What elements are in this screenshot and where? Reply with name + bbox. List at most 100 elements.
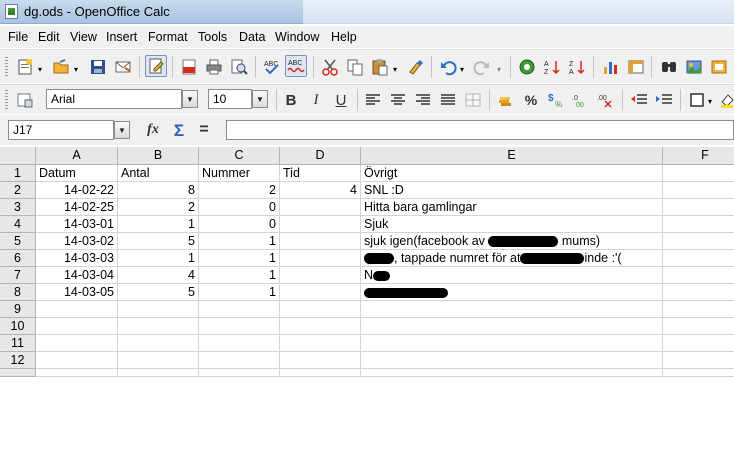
increase-indent-icon[interactable] (653, 89, 675, 111)
cell-e3[interactable]: Hitta bara gamlingar (361, 199, 663, 216)
cell-c7[interactable]: 1 (199, 267, 280, 284)
cell-c5[interactable]: 1 (199, 233, 280, 250)
formula-input[interactable] (226, 120, 734, 140)
cell-a4[interactable]: 14-03-01 (36, 216, 118, 233)
cell-e1[interactable]: Övrigt (361, 165, 663, 182)
currency-format-icon[interactable] (495, 89, 517, 111)
cell-c10[interactable] (199, 318, 280, 335)
borders-icon[interactable] (686, 89, 708, 111)
find-icon[interactable] (658, 56, 680, 78)
menu-insert[interactable]: Insert (106, 30, 137, 44)
cell-d5[interactable] (280, 233, 361, 250)
underline-button[interactable]: U (330, 89, 352, 111)
font-name-dropdown-icon[interactable]: ▼ (182, 90, 198, 108)
cell-e2[interactable]: SNL :D (361, 182, 663, 199)
cell-f7[interactable] (663, 267, 734, 284)
cell-c2[interactable]: 2 (199, 182, 280, 199)
column-header-a[interactable]: A (36, 147, 118, 165)
undo-dropdown-icon[interactable]: ▾ (460, 65, 464, 74)
cell-a8[interactable]: 14-03-05 (36, 284, 118, 301)
cell-c4[interactable]: 0 (199, 216, 280, 233)
page-preview-icon[interactable] (228, 56, 250, 78)
cell-e6[interactable]: , tappade numret för at inde :'( (361, 250, 663, 267)
cell-b6[interactable]: 1 (118, 250, 199, 267)
menu-view[interactable]: View (70, 30, 97, 44)
cell-b13[interactable] (118, 369, 199, 377)
font-size-combobox[interactable]: 10 (208, 89, 252, 109)
open-dropdown-icon[interactable]: ▾ (74, 65, 78, 74)
redo-dropdown-icon[interactable]: ▾ (497, 65, 501, 74)
row-header-9[interactable]: 9 (0, 301, 36, 318)
cell-b10[interactable] (118, 318, 199, 335)
cell-c9[interactable] (199, 301, 280, 318)
cell-d2[interactable]: 4 (280, 182, 361, 199)
row-header-3[interactable]: 3 (0, 199, 36, 216)
cell-a12[interactable] (36, 352, 118, 369)
background-color-icon[interactable] (716, 89, 734, 111)
column-header-c[interactable]: C (199, 147, 280, 165)
cell-d4[interactable] (280, 216, 361, 233)
menu-file[interactable]: File (8, 30, 28, 44)
cell-f10[interactable] (663, 318, 734, 335)
row-header-12[interactable]: 12 (0, 352, 36, 369)
column-header-e[interactable]: E (361, 147, 663, 165)
cell-a7[interactable]: 14-03-04 (36, 267, 118, 284)
cell-a13[interactable] (36, 369, 118, 377)
cell-a9[interactable] (36, 301, 118, 318)
cell-e7[interactable]: N (361, 267, 663, 284)
font-name-combobox[interactable]: Arial (46, 89, 182, 109)
align-center-icon[interactable] (387, 89, 409, 111)
cell-e12[interactable] (361, 352, 663, 369)
row-header-1[interactable]: 1 (0, 165, 36, 182)
row-header-6[interactable]: 6 (0, 250, 36, 267)
row-header-11[interactable]: 11 (0, 335, 36, 352)
cell-c12[interactable] (199, 352, 280, 369)
cell-b9[interactable] (118, 301, 199, 318)
chart-icon[interactable] (600, 56, 622, 78)
open-icon[interactable] (50, 56, 72, 78)
autospellcheck-icon[interactable]: ABC (285, 55, 307, 77)
menu-data[interactable]: Data (239, 30, 265, 44)
cell-f11[interactable] (663, 335, 734, 352)
cell-d9[interactable] (280, 301, 361, 318)
cell-f9[interactable] (663, 301, 734, 318)
delete-decimal-icon[interactable]: .00 (595, 89, 617, 111)
cell-a2[interactable]: 14-02-22 (36, 182, 118, 199)
cell-f5[interactable] (663, 233, 734, 250)
function-wizard-button[interactable]: fx (142, 119, 164, 141)
cell-b5[interactable]: 5 (118, 233, 199, 250)
name-box[interactable]: J17 (8, 120, 114, 140)
cell-e9[interactable] (361, 301, 663, 318)
menu-help[interactable]: Help (331, 30, 357, 44)
italic-button[interactable]: I (305, 89, 327, 111)
cell-c11[interactable] (199, 335, 280, 352)
redo-icon[interactable] (471, 56, 493, 78)
row-header-7[interactable]: 7 (0, 267, 36, 284)
decrease-indent-icon[interactable] (628, 89, 650, 111)
cell-e10[interactable] (361, 318, 663, 335)
new-dropdown-icon[interactable]: ▾ (38, 65, 42, 74)
align-left-icon[interactable] (362, 89, 384, 111)
cell-b11[interactable] (118, 335, 199, 352)
cell-d3[interactable] (280, 199, 361, 216)
cell-f1[interactable] (663, 165, 734, 182)
row-header-13[interactable] (0, 369, 36, 377)
add-decimal-icon[interactable]: .0 00 (570, 89, 592, 111)
row-header-8[interactable]: 8 (0, 284, 36, 301)
column-header-f[interactable]: F (663, 147, 734, 165)
name-box-dropdown-icon[interactable]: ▼ (114, 121, 130, 139)
cell-f13[interactable] (663, 369, 734, 377)
cell-d10[interactable] (280, 318, 361, 335)
cell-a1[interactable]: Datum (36, 165, 118, 182)
navigator-icon[interactable] (516, 56, 538, 78)
row-header-4[interactable]: 4 (0, 216, 36, 233)
cell-b4[interactable]: 1 (118, 216, 199, 233)
cell-e5[interactable]: sjuk igen(facebook av mums) (361, 233, 663, 250)
cell-f6[interactable] (663, 250, 734, 267)
menu-window[interactable]: Window (275, 30, 319, 44)
clone-format-icon[interactable] (404, 56, 426, 78)
row-header-10[interactable]: 10 (0, 318, 36, 335)
cell-b7[interactable]: 4 (118, 267, 199, 284)
pivot-table-icon[interactable] (625, 56, 647, 78)
cell-c6[interactable]: 1 (199, 250, 280, 267)
